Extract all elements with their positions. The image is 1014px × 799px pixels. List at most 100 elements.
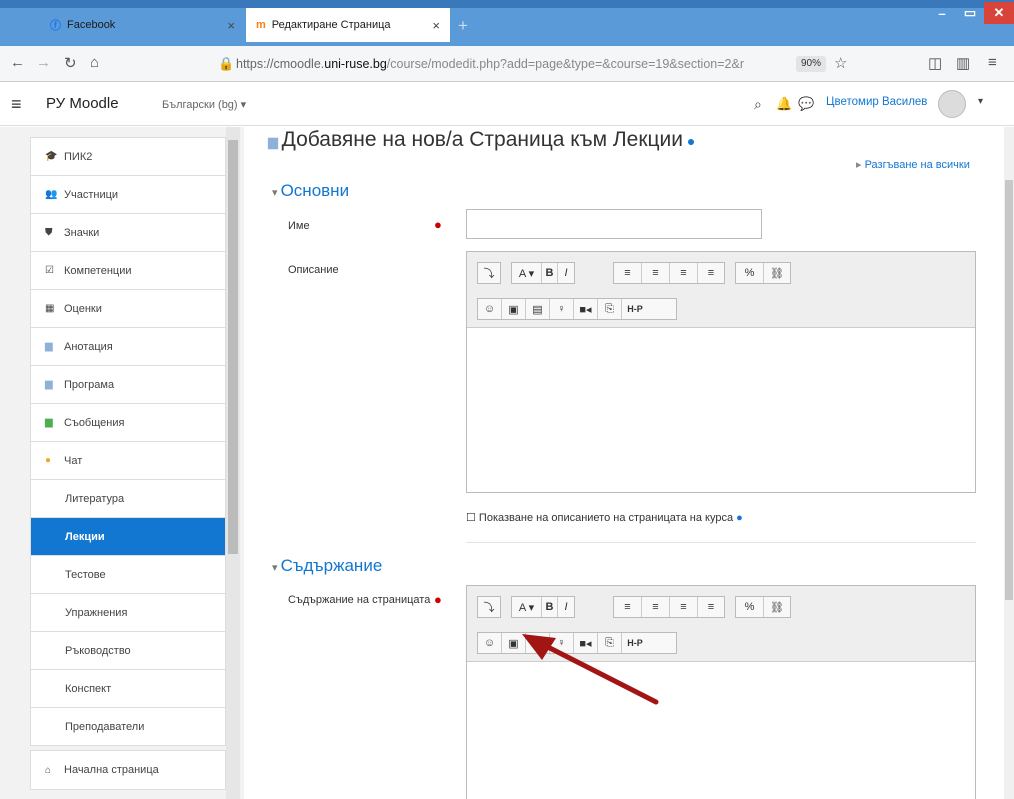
badge-icon: ⛊ — [45, 227, 53, 238]
help-icon[interactable]: ● — [733, 512, 743, 524]
indent-button[interactable]: ≡ — [698, 597, 724, 617]
outdent-button[interactable]: ≡ — [670, 597, 698, 617]
bookmark-star-icon[interactable]: ☆ — [834, 54, 847, 72]
sidebar-item-chat[interactable]: ● Чат — [31, 442, 225, 480]
toolbar-group: ≡ ≡ ≡ ≡ — [613, 596, 725, 618]
sidebar-scroll-thumb[interactable] — [228, 140, 238, 554]
unordered-list-button[interactable]: ≡ — [614, 597, 642, 617]
unlink-button[interactable]: ⛓ — [764, 263, 790, 283]
close-tab-icon[interactable]: × — [227, 18, 235, 33]
checkbox-icon: ☑ — [45, 265, 54, 276]
sidebar-item-program[interactable]: ▆ Програма — [31, 366, 225, 404]
maximize-icon[interactable]: ▭ — [956, 2, 984, 24]
sidebar-item-tests[interactable]: Тестове — [31, 556, 225, 594]
notification-bell-icon[interactable]: 🔔 — [776, 96, 792, 112]
show-description-checkbox-row[interactable]: ☐ Показване на описанието на страницата … — [466, 511, 743, 524]
manage-files-button[interactable]: ⎘ — [598, 299, 622, 319]
caret-right-icon: ▸ — [856, 159, 865, 171]
url-path: /course/modedit.php?add=page&type=&cours… — [386, 57, 744, 71]
home-nav-block: ⌂ Начална страница — [30, 750, 226, 790]
back-icon[interactable]: ← — [10, 54, 25, 71]
sidebar-item-synopsis[interactable]: Конспект — [31, 670, 225, 708]
sidebar-item-home[interactable]: ⌂ Начална страница — [31, 751, 225, 789]
page-title: ▆ Добавяне на нов/а Страница към Лекции … — [268, 128, 696, 151]
h5p-button[interactable]: H-P — [622, 299, 648, 319]
address-bar[interactable]: https://cmoodle.uni-ruse.bg/course/moded… — [236, 54, 782, 74]
new-tab-icon[interactable]: + — [458, 16, 468, 36]
description-editor: ⤵ A ▾ B I ≡ ≡ ≡ ≡ % ⛓ ☺ ▣ ▤ ♀ ■◂ ⎘ H-P — [466, 251, 976, 493]
indent-button[interactable]: ≡ — [698, 263, 724, 283]
font-style-button[interactable]: A ▾ — [512, 263, 542, 283]
toolbar-group: A ▾ B I — [511, 262, 575, 284]
record-video-button[interactable]: ■◂ — [574, 299, 598, 319]
sidebar-item-competencies[interactable]: ☑ Компетенции — [31, 252, 225, 290]
bold-button[interactable]: B — [542, 597, 558, 617]
close-tab-icon[interactable]: × — [432, 18, 440, 33]
sidebar-item-exercises[interactable]: Упражнения — [31, 594, 225, 632]
file-icon: ▆ — [45, 341, 53, 352]
drawer-toggle-icon[interactable]: ≡ — [11, 94, 22, 115]
table-icon: ▦ — [45, 303, 55, 314]
forward-icon[interactable]: → — [36, 54, 51, 71]
emoticon-button[interactable]: ☺ — [478, 633, 502, 653]
font-style-button[interactable]: A ▾ — [512, 597, 542, 617]
sidebar-item-lectures[interactable]: Лекции — [31, 518, 225, 556]
sidebar-item-annotation[interactable]: ▆ Анотация — [31, 328, 225, 366]
insert-image-button[interactable]: ▣ — [502, 299, 526, 319]
sidebar-item-participants[interactable]: 👥 Участници — [31, 176, 225, 214]
description-label: Описание — [288, 264, 339, 276]
collapse-caret-icon: ▾ — [272, 187, 281, 199]
link-button[interactable]: % — [736, 597, 764, 617]
sidebar-item-announcements[interactable]: ▆ Съобщения — [31, 404, 225, 442]
section-general-header[interactable]: ▾ Основни — [272, 181, 349, 201]
language-menu[interactable]: Български (bg) ▾ — [162, 98, 246, 111]
italic-button[interactable]: I — [558, 597, 574, 617]
checkbox[interactable]: ☐ — [466, 512, 479, 524]
user-name[interactable]: Цветомир Василев — [826, 96, 927, 108]
ordered-list-button[interactable]: ≡ — [642, 263, 670, 283]
sidebar-item-grades[interactable]: ▦ Оценки — [31, 290, 225, 328]
home-icon[interactable]: ⌂ — [90, 54, 99, 71]
toolbar-group: % ⛓ — [735, 596, 791, 618]
menu-icon[interactable]: ≡ — [988, 54, 997, 71]
outdent-button[interactable]: ≡ — [670, 263, 698, 283]
name-input[interactable] — [466, 209, 762, 239]
messages-icon[interactable]: 💬 — [798, 96, 814, 112]
section-content-header[interactable]: ▾ Съдържание — [272, 556, 382, 576]
tab-facebook[interactable]: ⓕ Facebook × — [40, 8, 245, 42]
close-window-icon[interactable]: ✕ — [984, 2, 1014, 24]
description-textarea[interactable] — [467, 328, 975, 492]
minimize-icon[interactable]: – — [928, 2, 956, 24]
emoticon-button[interactable]: ☺ — [478, 299, 502, 319]
sidebar-item-literature[interactable]: Литература — [31, 480, 225, 518]
page-scroll-thumb[interactable] — [1005, 180, 1013, 600]
search-icon[interactable]: ⌕ — [754, 96, 762, 113]
sidebar-item-badges[interactable]: ⛊ Значки — [31, 214, 225, 252]
link-button[interactable]: % — [736, 263, 764, 283]
italic-button[interactable]: I — [558, 263, 574, 283]
help-icon[interactable]: ● — [683, 133, 695, 149]
sidebar-item-guide[interactable]: Ръководство — [31, 632, 225, 670]
library-icon[interactable]: ▥ — [956, 54, 970, 72]
unordered-list-button[interactable]: ≡ — [614, 263, 642, 283]
zoom-level[interactable]: 90% — [796, 56, 826, 72]
toolbar-toggle-button[interactable]: ⤵ — [478, 597, 500, 617]
avatar[interactable] — [938, 90, 966, 118]
annotation-arrow-icon — [522, 634, 659, 705]
pocket-icon[interactable]: ◫ — [928, 54, 942, 72]
insert-media-button[interactable]: ▤ — [526, 299, 550, 319]
toolbar-toggle-button[interactable]: ⤵ — [478, 263, 500, 283]
bold-button[interactable]: B — [542, 263, 558, 283]
url-domain: uni-ruse.bg — [324, 57, 387, 71]
sidebar-item-teachers[interactable]: Преподаватели — [31, 708, 225, 746]
expand-all-link[interactable]: ▸ Разгъване на всички — [856, 158, 970, 171]
reload-icon[interactable]: ↻ — [64, 54, 77, 72]
ordered-list-button[interactable]: ≡ — [642, 597, 670, 617]
sidebar-item-pik2[interactable]: 🎓 ПИК2 — [31, 138, 225, 176]
unlink-button[interactable]: ⛓ — [764, 597, 790, 617]
user-menu-caret-icon[interactable]: ▾ — [978, 96, 983, 107]
graduation-cap-icon: 🎓 — [45, 151, 58, 162]
record-audio-button[interactable]: ♀ — [550, 299, 574, 319]
site-name[interactable]: РУ Moodle — [46, 95, 119, 112]
tab-edit-page[interactable]: m Редактиране Страница × — [246, 8, 450, 42]
